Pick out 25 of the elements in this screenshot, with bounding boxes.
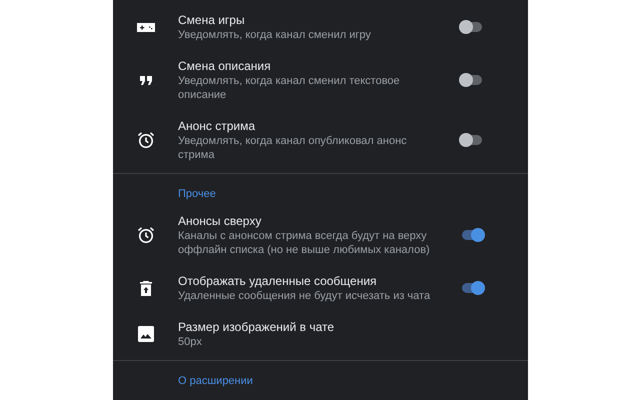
setting-description: Удаленные сообщения не будут исчезать из чата bbox=[178, 289, 432, 303]
section-header: О расширении bbox=[177, 374, 254, 389]
alarm-clock-icon bbox=[136, 226, 154, 244]
setting-title: Анонс стрима bbox=[178, 118, 256, 134]
setting-title: Смена игры bbox=[178, 12, 246, 28]
setting-title: Анонсы сверху bbox=[178, 213, 262, 229]
setting-description: Уведомлять, когда канал опубликовал анонс стрима bbox=[178, 134, 408, 162]
section-header: Прочее bbox=[177, 187, 217, 202]
setting-description: Уведомлять, когда канал сменил игру bbox=[178, 28, 372, 42]
alarm-clock-icon bbox=[136, 131, 154, 149]
setting-description: Уведомлять, когда канал сменил текстовое описание bbox=[178, 74, 401, 102]
gamepad-icon bbox=[136, 22, 154, 32]
image-icon bbox=[138, 326, 154, 342]
setting-description: Каналы с анонсом стрима всегда будут на верху оффлайн списка (но не выше любимых каналов) bbox=[178, 229, 431, 257]
setting-title: Отображать удаленные сообщения bbox=[178, 273, 378, 289]
setting-value: 50px bbox=[178, 335, 203, 349]
toggle-switch[interactable] bbox=[462, 283, 482, 293]
setting-title: Смена описания bbox=[178, 58, 272, 74]
toggle-switch[interactable] bbox=[462, 22, 482, 32]
setting-title: Размер изображений в чате bbox=[178, 319, 336, 335]
toggle-switch[interactable] bbox=[462, 230, 482, 240]
quote-icon bbox=[140, 76, 152, 84]
toggle-switch[interactable] bbox=[462, 135, 482, 145]
toggle-switch[interactable] bbox=[462, 75, 482, 85]
trash-icon bbox=[140, 280, 152, 296]
